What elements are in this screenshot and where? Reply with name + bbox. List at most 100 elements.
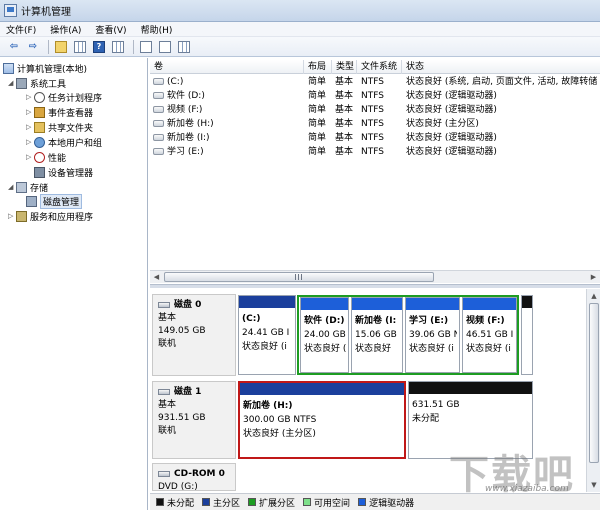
- expand-icon[interactable]: ▷: [26, 93, 34, 101]
- disk-icon: [158, 388, 170, 395]
- tree-item-task-scheduler[interactable]: ▷ 任务计划程序: [26, 90, 102, 104]
- scroll-right-arrow-icon[interactable]: ▶: [588, 272, 599, 283]
- tree-item-local-users[interactable]: ▷ 本地用户和组: [26, 135, 102, 149]
- collapse-icon[interactable]: ◢: [8, 183, 16, 191]
- tree-item-label: 存储: [30, 183, 49, 194]
- expand-icon[interactable]: ▷: [26, 108, 34, 116]
- volume-row[interactable]: 新加卷 (H:) 简单 基本 NTFS 状态良好 (主分区): [150, 117, 600, 131]
- partition-title: 新加卷 (H:): [243, 401, 293, 411]
- volume-row[interactable]: 软件 (D:) 简单 基本 NTFS 状态良好 (逻辑驱动器): [150, 89, 600, 103]
- volume-row[interactable]: 学习 (E:) 简单 基本 NTFS 状态良好 (逻辑驱动器): [150, 145, 600, 159]
- tree-item-shared-folders[interactable]: ▷ 共享文件夹: [26, 120, 93, 134]
- tree-item-services-apps[interactable]: ▷ 服务和应用程序: [8, 209, 93, 223]
- vertical-scrollbar[interactable]: ▲ ▼: [586, 289, 600, 492]
- tree-item-disk-management[interactable]: 磁盘管理: [26, 193, 83, 209]
- scroll-thumb[interactable]: [164, 272, 434, 282]
- tree-item-label: 事件查看器: [48, 108, 94, 119]
- disk-0-label[interactable]: 磁盘 0 基本 149.05 GB 联机: [152, 294, 236, 376]
- column-header-volume[interactable]: 卷: [150, 60, 304, 74]
- tree-item-system-tools[interactable]: ◢ 系统工具: [8, 76, 66, 90]
- partition-size: 24.00 GB: [304, 330, 346, 340]
- tree-item-performance[interactable]: ▷ 性能: [26, 150, 66, 164]
- computer-management-icon: [4, 4, 17, 17]
- clock-icon: [34, 91, 45, 103]
- title-bar: 计算机管理: [0, 0, 600, 22]
- partition-i[interactable]: 新加卷 (I: 15.06 GB 状态良好: [351, 297, 403, 373]
- toolbar: ⇦ ⇨ ?: [0, 37, 600, 57]
- legend-swatch: [202, 498, 211, 506]
- legend-item-extended: 扩展分区: [248, 496, 295, 509]
- column-header-status[interactable]: 状态: [402, 60, 600, 74]
- settings-icon[interactable]: [176, 39, 192, 54]
- partition-h[interactable]: 新加卷 (H:) 300.00 GB NTFS 状态良好 (主分区): [238, 381, 406, 459]
- volume-row[interactable]: 新加卷 (I:) 简单 基本 NTFS 状态良好 (逻辑驱动器): [150, 131, 600, 145]
- volume-row[interactable]: (C:) 简单 基本 NTFS 状态良好 (系统, 启动, 页面文件, 活动, …: [150, 75, 600, 89]
- partition-bar: [240, 383, 404, 395]
- tree-item-storage[interactable]: ◢ 存储: [8, 180, 48, 194]
- menu-file[interactable]: 文件(F): [6, 23, 36, 36]
- tree-item-root[interactable]: 计算机管理(本地): [3, 61, 87, 75]
- horizontal-scrollbar[interactable]: ◀ ▶: [150, 270, 600, 283]
- legend-label: 未分配: [167, 498, 195, 509]
- folder-up-icon[interactable]: [53, 39, 69, 54]
- partition-f[interactable]: 视频 (F:) 46.51 GB I 状态良好 (i: [462, 297, 517, 373]
- volume-filesystem: NTFS: [361, 147, 384, 157]
- menu-action[interactable]: 操作(A): [50, 23, 81, 36]
- disk-graphical-view: 磁盘 0 基本 149.05 GB 联机 (C:) 24.41 GB I 状态良好 …: [150, 289, 600, 492]
- pane-splitter[interactable]: [150, 284, 600, 288]
- scroll-left-arrow-icon[interactable]: ◀: [151, 272, 162, 283]
- view-icon[interactable]: [110, 39, 126, 54]
- console-tree-icon[interactable]: [72, 39, 88, 54]
- partition-unallocated-1[interactable]: 631.51 GB 未分配: [408, 381, 533, 459]
- scroll-up-arrow-icon[interactable]: ▲: [588, 290, 600, 302]
- properties-icon[interactable]: [157, 39, 173, 54]
- device-manager-icon: [34, 166, 45, 178]
- partition-bar: [522, 296, 532, 308]
- disk-state: 联机: [158, 426, 177, 436]
- partition-c[interactable]: (C:) 24.41 GB I 状态良好 (i: [238, 295, 296, 375]
- back-arrow-icon[interactable]: ⇦: [6, 39, 22, 54]
- volume-name: 新加卷 (H:): [167, 119, 214, 129]
- cdrom-label[interactable]: CD-ROM 0 DVD (G:): [152, 463, 236, 492]
- collapse-icon[interactable]: ◢: [8, 79, 16, 87]
- partition-d[interactable]: 软件 (D:) 24.00 GB 状态良好 (i: [300, 297, 349, 373]
- expand-icon[interactable]: ▷: [8, 212, 16, 220]
- legend-item-logical: 逻辑驱动器: [358, 496, 414, 509]
- expand-icon[interactable]: ▷: [26, 153, 34, 161]
- partition-bar: [409, 382, 532, 394]
- volume-status: 状态良好 (系统, 启动, 页面文件, 活动, 故障转储: [406, 77, 598, 87]
- drive-icon: [153, 120, 164, 127]
- scroll-down-arrow-icon[interactable]: ▼: [588, 479, 600, 491]
- disk-name: 磁盘 1: [174, 387, 202, 397]
- partition-size: 300.00 GB NTFS: [243, 415, 317, 425]
- volume-name-cell: 新加卷 (I:): [153, 131, 303, 145]
- disk-state: 联机: [158, 339, 177, 349]
- refresh-icon[interactable]: [138, 39, 154, 54]
- disk-1-label[interactable]: 磁盘 1 基本 931.51 GB 联机: [152, 381, 236, 459]
- help-icon[interactable]: ?: [91, 39, 107, 54]
- partition-title: 软件 (D:): [304, 316, 345, 326]
- expand-icon[interactable]: ▷: [26, 123, 34, 131]
- cdrom-name: CD-ROM 0: [174, 469, 225, 479]
- column-header-layout[interactable]: 布局: [304, 60, 332, 74]
- scroll-thumb[interactable]: [589, 303, 599, 463]
- disk-name: 磁盘 0: [174, 300, 202, 310]
- volume-layout: 简单: [308, 133, 327, 143]
- legend-label: 主分区: [213, 498, 241, 509]
- tree-item-event-viewer[interactable]: ▷ 事件查看器: [26, 105, 93, 119]
- tree-item-device-manager[interactable]: 设备管理器: [34, 165, 93, 179]
- menu-view[interactable]: 查看(V): [95, 23, 126, 36]
- tree-item-label: 任务计划程序: [48, 93, 103, 104]
- partition-unallocated-0[interactable]: [521, 295, 533, 375]
- event-log-icon: [34, 106, 45, 118]
- forward-arrow-icon[interactable]: ⇨: [25, 39, 41, 54]
- expand-icon[interactable]: ▷: [26, 138, 34, 146]
- volume-status: 状态良好 (逻辑驱动器): [406, 133, 497, 143]
- partition-e[interactable]: 学习 (E:) 39.06 GB N 状态良好 (i: [405, 297, 460, 373]
- shared-folder-icon: [34, 121, 45, 133]
- menu-help[interactable]: 帮助(H): [141, 23, 173, 36]
- volume-layout: 简单: [308, 77, 327, 87]
- volume-row[interactable]: 视频 (F:) 简单 基本 NTFS 状态良好 (逻辑驱动器): [150, 103, 600, 117]
- column-header-type[interactable]: 类型: [332, 60, 357, 74]
- column-header-filesystem[interactable]: 文件系统: [357, 60, 402, 74]
